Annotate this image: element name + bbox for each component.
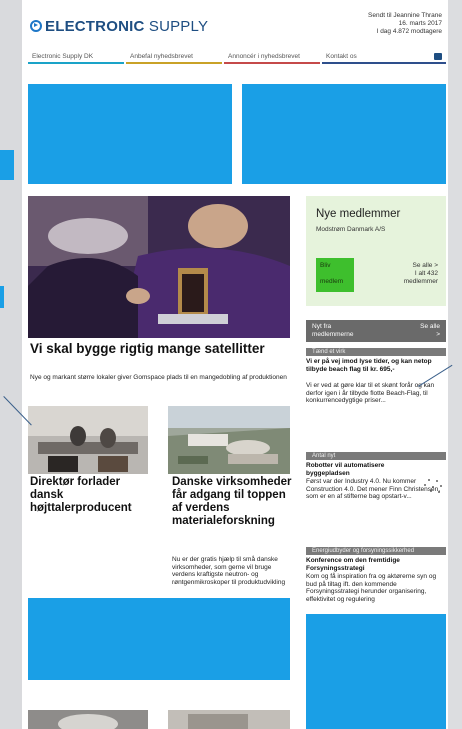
sidebar-section-1: Tænd et virk (306, 348, 446, 356)
new-member-company[interactable]: Modstrøm Danmark A/S (316, 226, 385, 233)
newsletter-page: ELECTRONIC SUPPLY Sendt til Jeannine Thr… (22, 0, 448, 729)
logo-icon (30, 20, 42, 32)
nav-item-advertise[interactable]: Annoncér i nyhedsbrevet (224, 50, 324, 64)
nav-item-electronic-supply[interactable]: Electronic Supply DK (28, 50, 128, 64)
see-all-members-link[interactable]: Se alle > I alt 432 medlemmer (404, 262, 438, 286)
sidebar-item3-text: Kom og få inspiration fra og aktørerne s… (306, 573, 437, 603)
logo[interactable]: ELECTRONIC SUPPLY (30, 18, 208, 35)
bottom-ad-left[interactable] (28, 598, 290, 680)
main-headline[interactable]: Vi skal bygge rigtig mange satellitter (30, 341, 292, 356)
story3-image[interactable] (168, 406, 290, 474)
sidebar-section-3: Energiudbyder og forsyningssikkerhed (306, 547, 446, 555)
member-news-header[interactable]: Nyt fra medlemmerne Se alle > (306, 320, 446, 342)
background-left (0, 0, 22, 729)
story3-title[interactable]: Danske virksomheder får adgang til toppe… (172, 476, 298, 528)
story2-image[interactable] (28, 406, 148, 474)
new-members-title: Nye medlemmer (316, 208, 401, 220)
sidebar-section-2: Antal nyt (306, 452, 446, 460)
story5-image[interactable] (168, 710, 290, 729)
banner-ad-left[interactable] (28, 84, 232, 184)
sidebar-item1-text: Vi er ved at gøre klar til et skønt forå… (306, 382, 435, 405)
story2-title[interactable]: Direktør forlader dansk højttalerproduce… (30, 476, 150, 515)
banner-ad-right[interactable] (242, 84, 446, 184)
sidebar-item3-title[interactable]: Konference om den fremtidige Forsyningss… (306, 557, 446, 572)
sidebar-item2-text: Først var der Industry 4.0. Nu kommer Co… (306, 478, 441, 501)
side-blue-tab (0, 150, 14, 180)
top-nav: Electronic Supply DK Anbefal nyhedsbreve… (28, 50, 446, 66)
story3-text: Nu er der gratis hjælp til små danske vi… (172, 556, 286, 586)
recipient-info: Sendt til Jeannine Thrane 16. marts 2017… (368, 12, 442, 35)
become-member-button[interactable]: Bliv medlem (316, 258, 354, 292)
new-members-box: Nye medlemmer Modstrøm Danmark A/S Bliv … (306, 196, 446, 306)
hero-image[interactable] (28, 196, 290, 338)
sidebar-item2-title[interactable]: Robotter vil automatisere byggepladsen (306, 462, 414, 477)
story4-image[interactable] (28, 710, 148, 729)
bottom-ad-right[interactable] (306, 614, 446, 729)
sidebar-item1-title[interactable]: Vi er på vej imod lyse tider, og kan net… (306, 358, 446, 373)
mail-icon[interactable] (434, 53, 442, 60)
main-lead: Nye og markant større lokaler giver Goms… (30, 374, 287, 381)
nav-item-recommend[interactable]: Anbefal nyhedsbrevet (126, 50, 226, 64)
nav-item-contact[interactable]: Kontakt os (322, 50, 448, 64)
side-blue-marker (0, 286, 4, 308)
